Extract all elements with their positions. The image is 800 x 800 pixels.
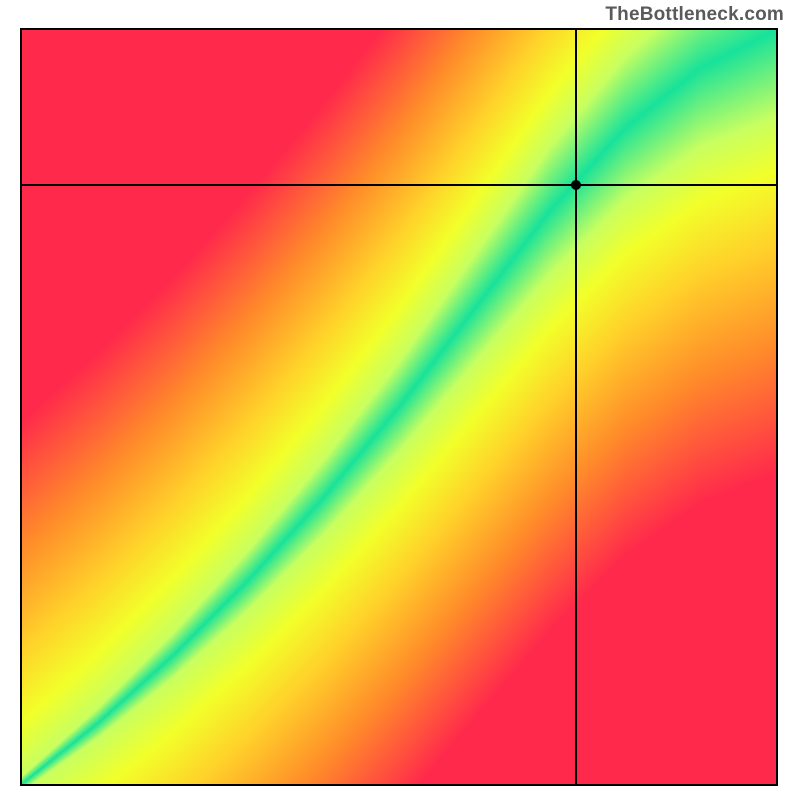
crosshair-marker (571, 180, 581, 190)
crosshair-horizontal (22, 184, 776, 186)
heatmap-canvas (22, 30, 776, 784)
heatmap-plot (20, 28, 778, 786)
watermark-text: TheBottleneck.com (605, 4, 784, 26)
crosshair-vertical (575, 30, 577, 784)
